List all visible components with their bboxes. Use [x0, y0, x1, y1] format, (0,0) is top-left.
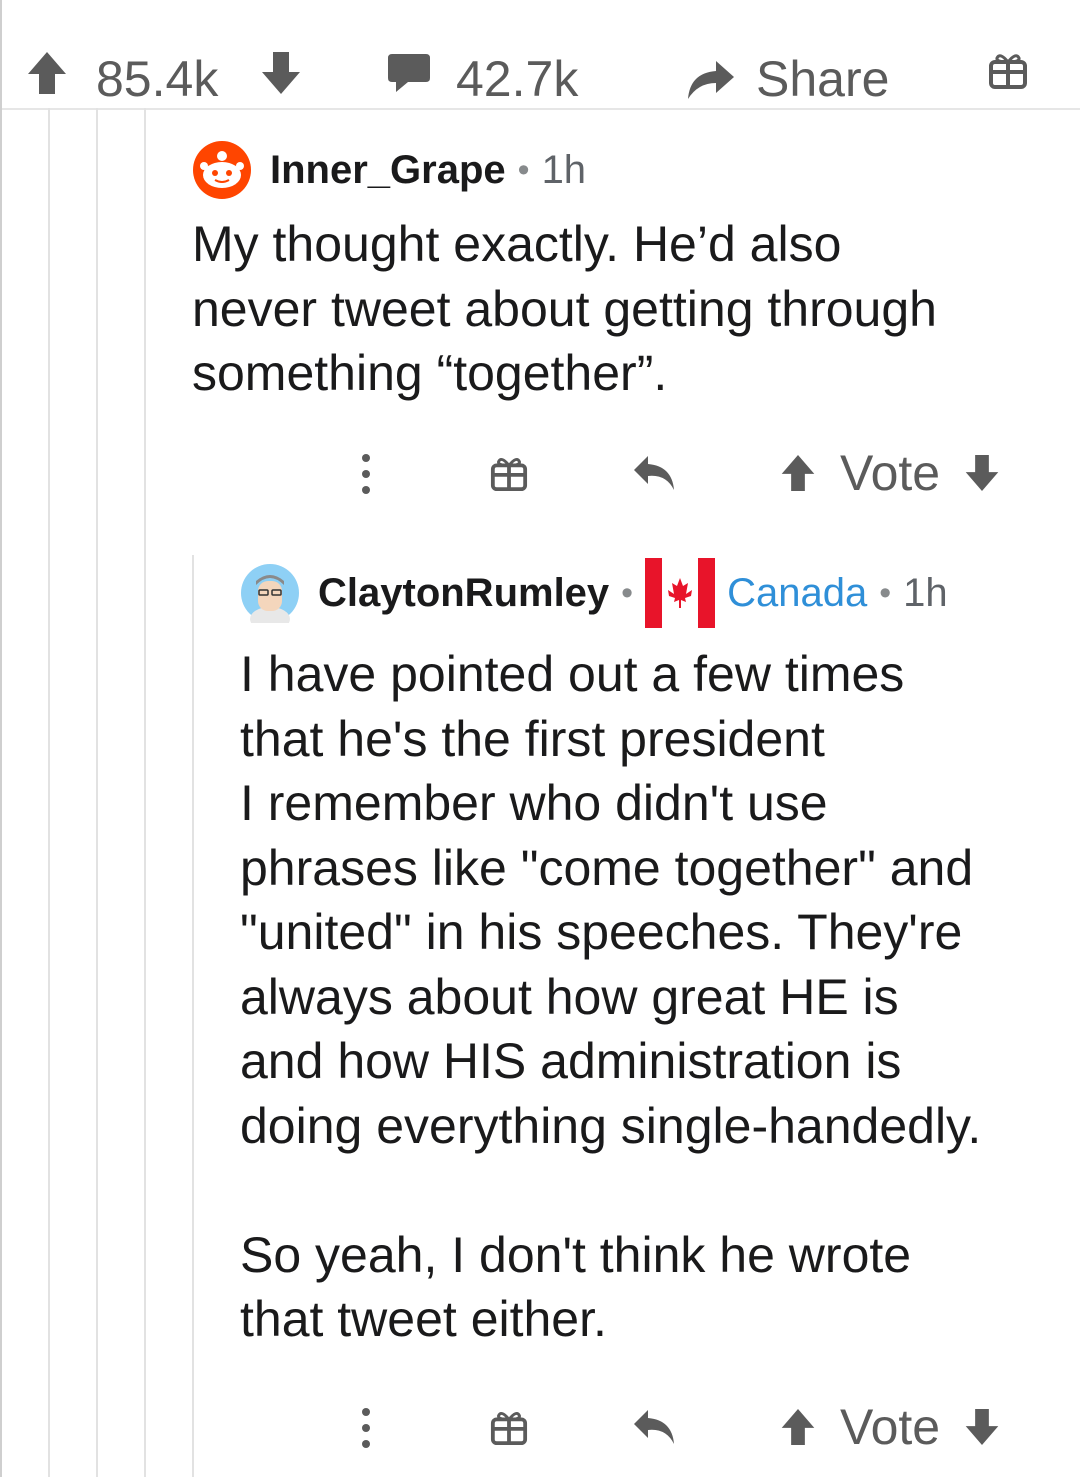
canada-flag-icon [645, 558, 716, 628]
thread-line-level-3[interactable] [144, 108, 146, 1477]
avatar[interactable] [192, 140, 252, 200]
more-options-button[interactable] [358, 1406, 374, 1450]
gift-icon [490, 1412, 528, 1446]
vote-label: Vote [840, 445, 941, 501]
thread-line-level-2[interactable] [96, 108, 98, 1477]
award-button[interactable] [988, 50, 1028, 90]
award-button[interactable] [490, 454, 528, 492]
downvote-arrow-icon[interactable] [964, 1406, 1000, 1448]
more-vertical-icon [362, 454, 370, 494]
upvote-button[interactable] [26, 50, 68, 96]
username[interactable]: ClaytonRumley [318, 571, 609, 616]
reply-button[interactable] [632, 1406, 678, 1448]
timestamp: 1h [903, 570, 948, 615]
more-options-button[interactable] [358, 452, 374, 496]
downvote-arrow-icon [262, 52, 300, 94]
award-button[interactable] [490, 1408, 528, 1446]
gift-icon [989, 54, 1027, 89]
username[interactable]: Inner_Grape [270, 148, 506, 193]
reply-button[interactable] [632, 452, 678, 494]
separator-dot: • [879, 573, 892, 612]
comment-body: My thought exactly. He’d also never twee… [192, 216, 937, 401]
comment-actions: Vote [0, 1398, 1080, 1458]
gift-icon [490, 458, 528, 492]
downvote-button[interactable] [260, 50, 302, 96]
comment-count: 42.7k [456, 51, 579, 107]
reply-arrow-icon [634, 1410, 674, 1444]
upvote-arrow-icon[interactable] [780, 1406, 816, 1448]
upvote-arrow-icon [28, 52, 66, 94]
timestamp: 1h [541, 147, 587, 192]
share-arrow-icon [688, 61, 734, 99]
comment-body: I have pointed out a few times that he's… [240, 646, 982, 1347]
more-vertical-icon [362, 1408, 370, 1448]
separator-dot: • [621, 573, 634, 612]
upvote-count: 85.4k [96, 51, 219, 107]
share-label: Share [756, 51, 890, 107]
share-button[interactable]: Share [684, 50, 889, 108]
page-border [0, 0, 2, 1477]
thread-line-level-4[interactable] [192, 555, 194, 1477]
reply-arrow-icon [634, 456, 674, 490]
reddit-comment-thread: 85.4k 42.7k Share Inner_Grape • 1h My th… [0, 0, 1080, 1477]
vote-controls: Vote [780, 1398, 1000, 1456]
avatar[interactable] [240, 563, 300, 623]
comments-button[interactable] [386, 50, 432, 94]
comment-header: ClaytonRumley • Canada • 1h [240, 558, 948, 628]
vote-label: Vote [840, 1399, 941, 1455]
post-action-bar: 85.4k 42.7k Share [0, 40, 1080, 110]
thread-line-level-1[interactable] [48, 108, 50, 1477]
comment-actions: Vote [0, 444, 1080, 504]
comment-bubble-icon [388, 54, 430, 92]
upvote-arrow-icon[interactable] [780, 452, 816, 494]
vote-controls: Vote [780, 444, 1000, 502]
downvote-arrow-icon[interactable] [964, 452, 1000, 494]
separator-dot: • [517, 150, 530, 189]
comment-header: Inner_Grape • 1h [192, 140, 586, 200]
user-flair: Canada [727, 570, 868, 615]
